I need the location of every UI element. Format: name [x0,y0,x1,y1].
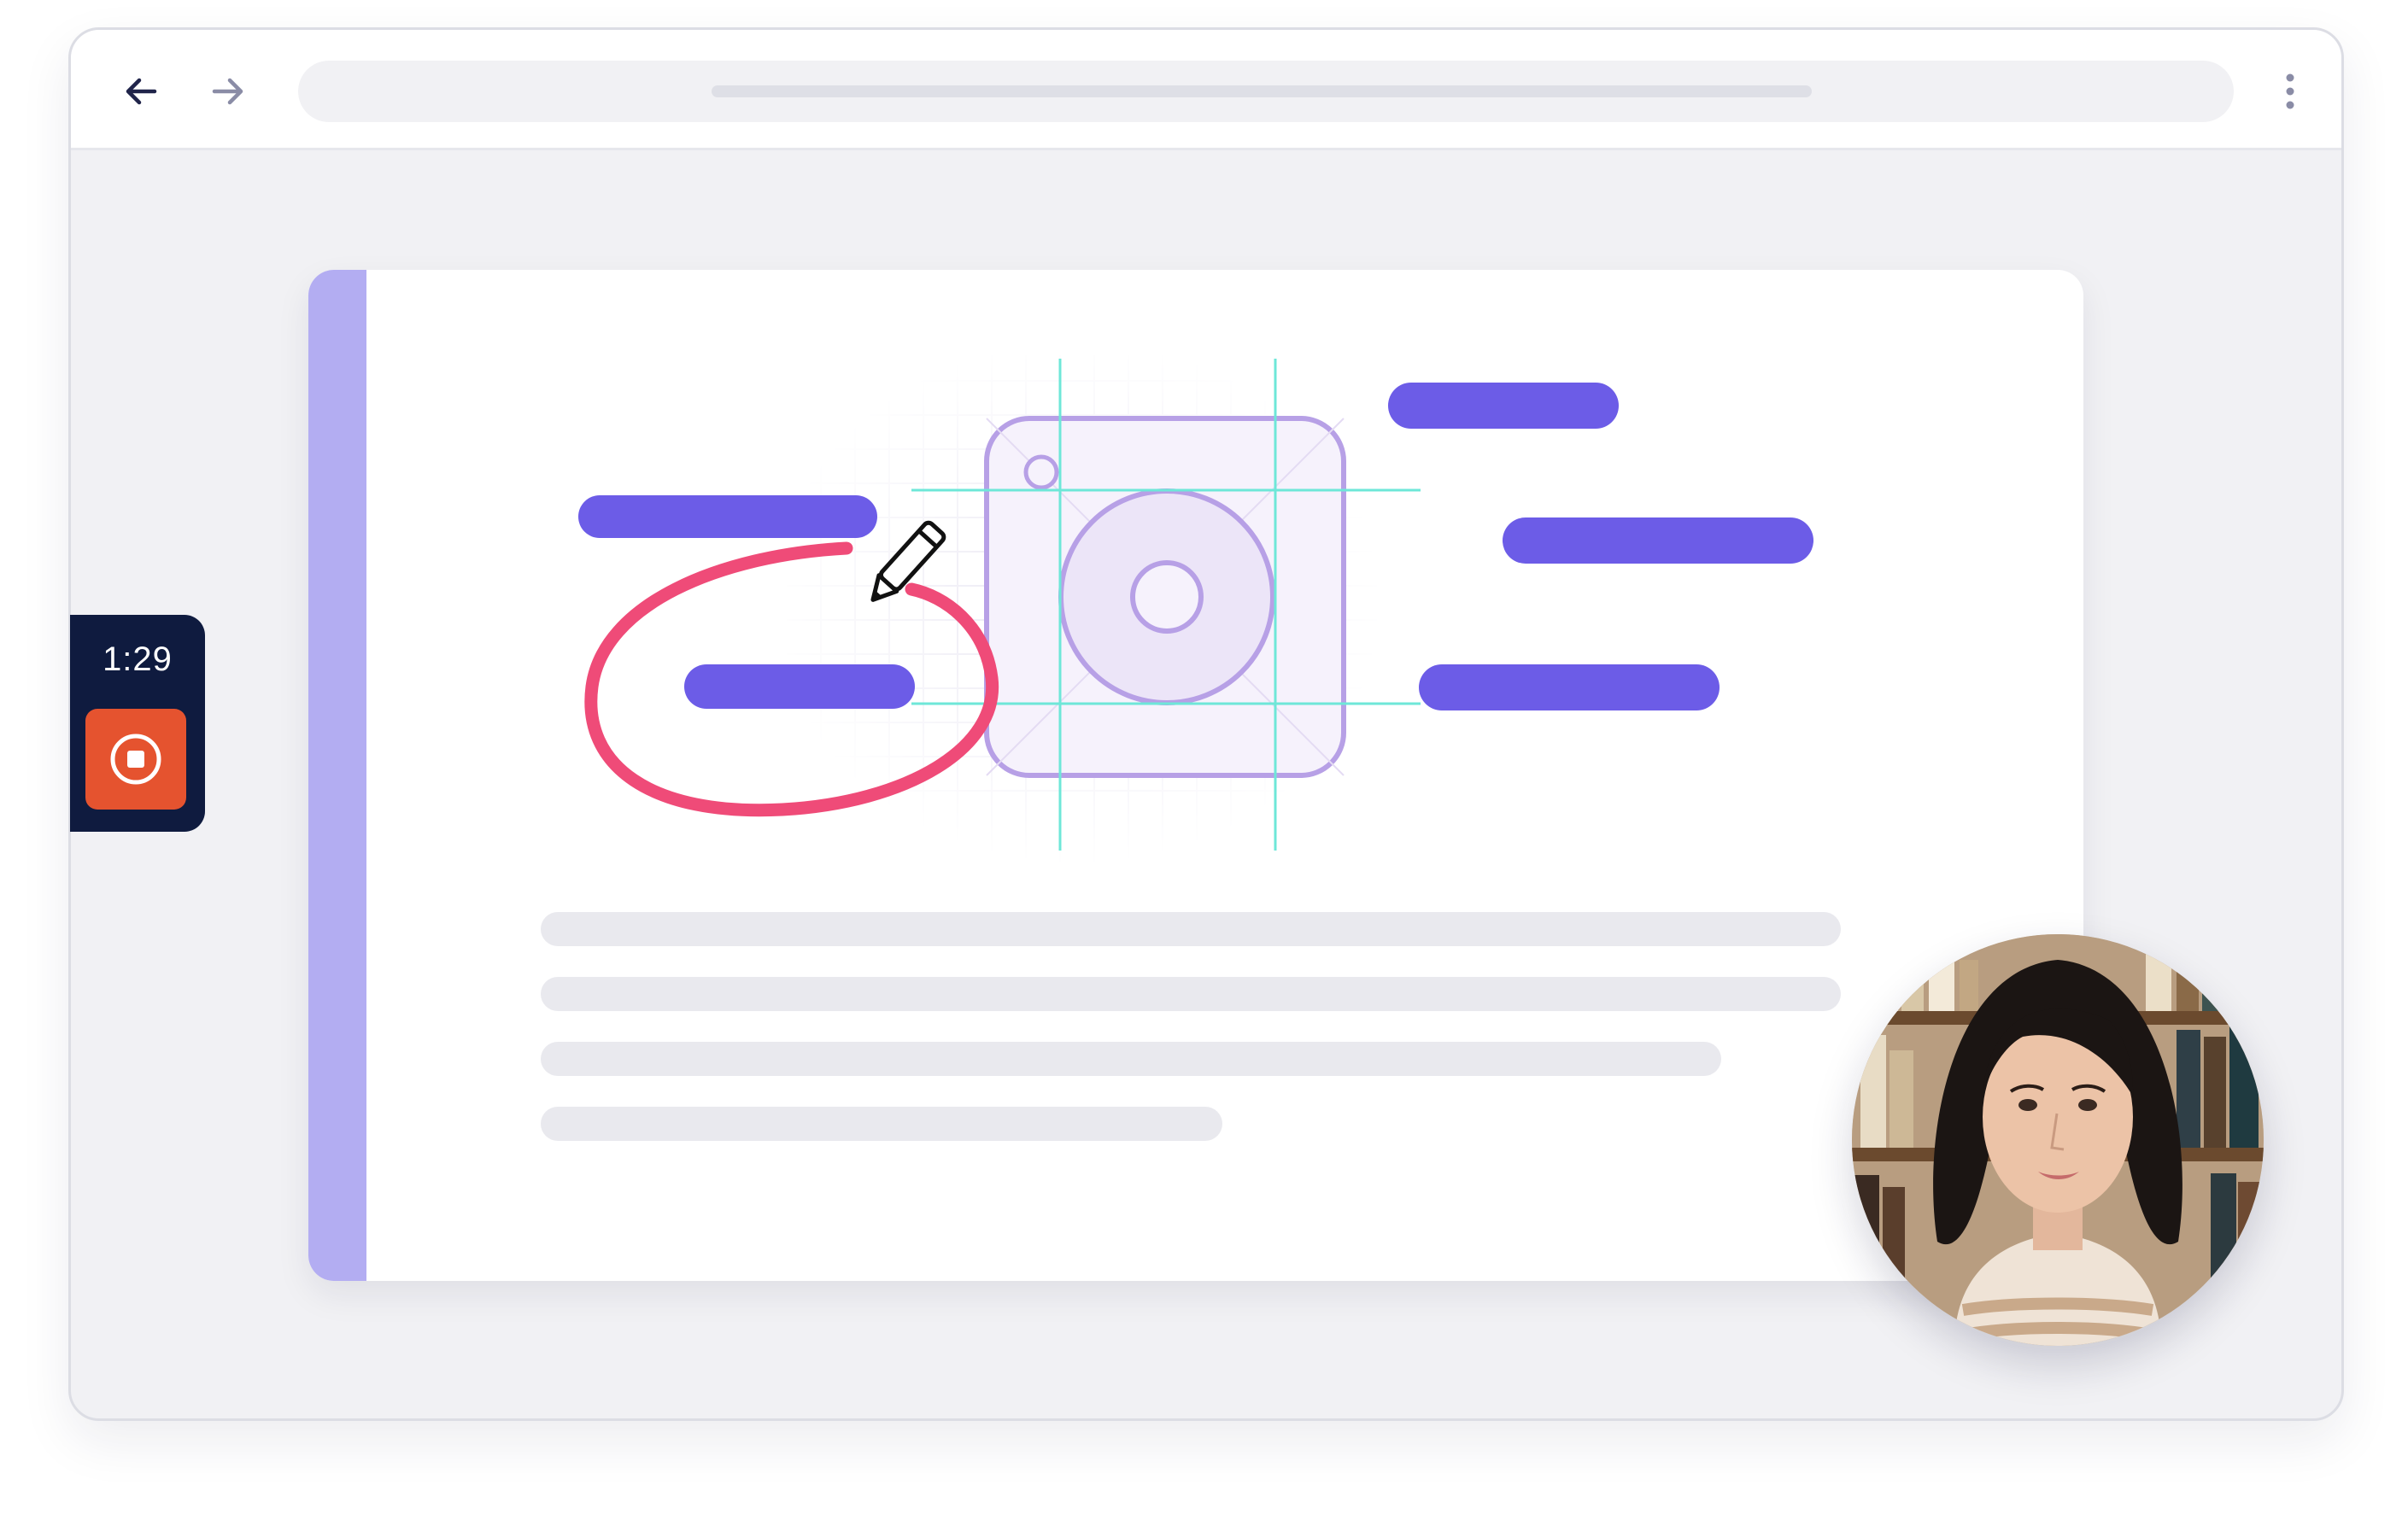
browser-menu-button[interactable] [2273,64,2307,119]
url-placeholder [712,85,1812,97]
stop-recording-button[interactable] [85,709,186,810]
forward-button[interactable] [201,64,255,119]
arrow-right-icon [212,78,243,105]
webcam-bubble[interactable] [1852,934,2264,1346]
browser-toolbar [71,30,2341,150]
back-button[interactable] [114,64,168,119]
text-placeholder-line [541,1042,1721,1076]
address-bar[interactable] [298,61,2234,122]
stop-circle-icon [110,734,161,785]
text-placeholder-line [541,1107,1222,1141]
text-placeholder-line [541,977,1841,1011]
document-card [308,270,2083,1281]
recording-timer: 1:29 [103,640,173,678]
arrow-left-icon [126,78,157,105]
text-placeholder-line [541,912,1841,946]
recording-panel: 1:29 [70,615,205,832]
camera-app-icon [984,416,1346,778]
kebab-menu-icon [2286,73,2294,109]
presenter-video [1852,934,2264,1346]
